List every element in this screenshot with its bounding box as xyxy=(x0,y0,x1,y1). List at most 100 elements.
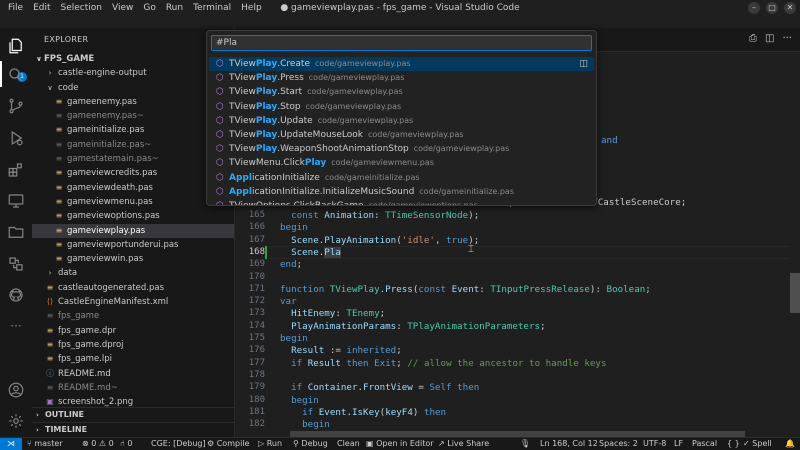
menu-go[interactable]: Go xyxy=(138,0,160,17)
extensions-icon[interactable] xyxy=(6,160,26,180)
quick-open-input[interactable] xyxy=(216,36,586,50)
quick-open-result[interactable]: ⬡ TViewPlay.Press code/gameviewplay.pas xyxy=(209,71,594,85)
code-line[interactable]: Scene.Pla xyxy=(280,246,341,258)
tree-file[interactable]: ≡ gameviewcredits.pas xyxy=(32,166,234,180)
menu-edit[interactable]: Edit xyxy=(28,0,55,17)
menu-terminal[interactable]: Terminal xyxy=(188,0,236,17)
puzzle-icon[interactable] xyxy=(6,254,26,274)
tree-file[interactable]: ≡ gamestatemain.pas~ xyxy=(32,152,234,166)
code-line[interactable]: if Event.IsKey(keyF4) then xyxy=(280,407,446,418)
close-button[interactable]: ✕ xyxy=(784,2,796,14)
menu-selection[interactable]: Selection xyxy=(56,0,107,17)
outline-section[interactable]: › OUTLINE xyxy=(32,407,235,421)
github-icon[interactable] xyxy=(6,285,26,305)
quick-open-result[interactable]: ⬡ TViewOptions.ClickBackGame code/gameview… xyxy=(209,199,594,205)
spell-check-button[interactable]: ✓ Spell xyxy=(743,438,772,450)
tree-file[interactable]: ≡ gameviewportunderui.pas xyxy=(32,238,234,252)
menu-view[interactable]: View xyxy=(107,0,138,17)
tree-file[interactable]: ≡ gameviewdeath.pas xyxy=(32,181,234,195)
quick-open-result[interactable]: ⬡ TViewPlay.Start code/gameviewplay.pas xyxy=(209,85,594,99)
quick-open-result[interactable]: ⬡ TViewPlay.Stop code/gameviewplay.pas xyxy=(209,100,594,114)
open-in-editor-button[interactable]: ▣ Open in Editor xyxy=(366,438,434,450)
open-to-side-icon[interactable]: ◫ xyxy=(579,57,588,71)
code-line[interactable]: if Container.FrontView = Self then xyxy=(280,382,479,393)
quick-open-result[interactable]: ⬡ ApplicationInitialize.InitializeMusicSo… xyxy=(209,185,594,199)
run-debug-icon[interactable] xyxy=(6,128,26,148)
tree-file[interactable]: ≡ gameinitialize.pas~ xyxy=(32,138,234,152)
tree-file[interactable]: ≡ gameinitialize.pas xyxy=(32,123,234,137)
tree-file[interactable]: ≡ castleautogenerated.pas xyxy=(32,281,234,295)
code-line[interactable]: begin xyxy=(280,419,330,430)
format-braces-icon[interactable]: { } xyxy=(727,438,740,450)
language-mode[interactable]: Pascal xyxy=(692,438,717,450)
quick-open-result[interactable]: ⬡ TViewPlay.UpdateMouseLook code/gameviewp… xyxy=(209,128,594,142)
microphone-icon[interactable]: 🎙 xyxy=(520,438,530,450)
account-icon[interactable] xyxy=(6,380,26,400)
code-line[interactable]: HitEnemy: TEnemy; xyxy=(280,308,385,319)
ports-status[interactable]: ⑁ 0 xyxy=(120,438,132,450)
search-icon[interactable] xyxy=(6,65,26,85)
cge-status[interactable]: CGE: [Debug] xyxy=(151,438,206,450)
notifications-bell-icon[interactable]: 🔔 xyxy=(785,438,795,450)
problems-status[interactable]: ⊗ 0 ⚠ 0 xyxy=(82,438,114,450)
code-line[interactable]: begin xyxy=(280,333,308,344)
tree-file[interactable]: ⟨⟩ CastleEngineManifest.xml xyxy=(32,295,234,309)
scrollbar-thumb[interactable] xyxy=(790,273,800,313)
clean-button[interactable]: Clean xyxy=(337,438,360,450)
quick-open-result[interactable]: ⬡ TViewPlay.WeaponShootAnimationStop code/… xyxy=(209,142,594,156)
debug-button[interactable]: ⚲ Debug xyxy=(293,438,328,450)
code-line[interactable]: if Result then Exit; // allow the ancest… xyxy=(280,358,606,369)
tree-file[interactable]: ≡ README.md~ xyxy=(32,381,234,395)
quick-open-result[interactable]: ⬡ ApplicationInitialize code/gameinitializ… xyxy=(209,171,594,185)
menu-run[interactable]: Run xyxy=(161,0,188,17)
code-line[interactable]: PlayAnimationParams: TPlayAnimationParam… xyxy=(280,321,546,332)
tree-file[interactable]: ≡ fps_game xyxy=(32,309,234,323)
tree-file[interactable]: ≡ gameenemy.pas xyxy=(32,95,234,109)
print-icon[interactable]: ⎙ xyxy=(749,33,757,44)
tree-folder[interactable]: › castle-engine-output xyxy=(32,66,234,80)
source-control-icon[interactable] xyxy=(6,96,26,116)
explorer-root-folder[interactable]: ∨ FPS_GAME xyxy=(32,52,234,66)
menu-help[interactable]: Help xyxy=(236,0,267,17)
tree-file[interactable]: ≡ gameviewwin.pas xyxy=(32,252,234,266)
code-line[interactable]: const Animation: TTimeSensorNode); xyxy=(280,210,479,221)
quick-open-result[interactable]: ⬡ TViewPlay.Update code/gameviewplay.pas xyxy=(209,114,594,128)
encoding-status[interactable]: UTF-8 xyxy=(643,438,666,450)
timeline-section[interactable]: › TIMELINE xyxy=(32,422,235,436)
remote-explorer-icon[interactable] xyxy=(6,191,26,211)
compile-button[interactable]: ⚙ Compile xyxy=(207,438,249,450)
tree-file[interactable]: ≡ gameenemy.pas~ xyxy=(32,109,234,123)
quick-open-result[interactable]: ⬡ TViewPlay.Create code/gameviewplay.pas ◫ xyxy=(209,57,594,72)
code-line[interactable]: Scene.PlayAnimation('idle', true); xyxy=(280,235,479,246)
more-icon[interactable]: ··· xyxy=(6,316,26,336)
maximize-button[interactable]: □ xyxy=(766,2,778,14)
code-line[interactable]: Result := inherited; xyxy=(280,345,402,356)
minimize-button[interactable]: – xyxy=(748,2,760,14)
tree-file[interactable]: ≡ gameviewplay.pas xyxy=(32,223,234,238)
code-line[interactable]: begin xyxy=(280,395,319,406)
eol-status[interactable]: LF xyxy=(674,438,683,450)
vertical-scrollbar[interactable] xyxy=(790,52,800,437)
code-line[interactable]: function TViewPlay.Press(const Event: TI… xyxy=(280,284,651,295)
branch-status[interactable]: ⑂ master xyxy=(27,438,63,450)
code-line[interactable]: var xyxy=(280,296,297,307)
code-line[interactable]: begin xyxy=(280,222,308,233)
code-line[interactable]: end; xyxy=(280,259,302,270)
tree-file[interactable]: ≡ gameviewoptions.pas xyxy=(32,209,234,223)
tree-file[interactable]: ≡ fps_game.dproj xyxy=(32,338,234,352)
tree-file[interactable]: ≡ fps_game.lpi xyxy=(32,352,234,366)
split-editor-icon[interactable]: ◫ xyxy=(765,33,774,44)
remote-indicator-icon[interactable]: ⋊ xyxy=(0,438,22,450)
quick-open-result[interactable]: ⬡ TViewMenu.ClickPlay code/gameviewmenu.pa… xyxy=(209,156,594,170)
more-actions-icon[interactable]: ··· xyxy=(782,33,792,44)
tree-file[interactable]: ⓘ README.md xyxy=(32,367,234,381)
tree-folder[interactable]: ∨ code xyxy=(32,81,234,95)
menu-file[interactable]: File xyxy=(3,0,28,17)
run-button[interactable]: ▷ Run xyxy=(258,438,282,450)
explorer-icon[interactable] xyxy=(6,36,26,56)
tree-file[interactable]: ≡ gameviewmenu.pas xyxy=(32,195,234,209)
cursor-position[interactable]: Ln 168, Col 12 xyxy=(540,438,598,450)
tree-file[interactable]: ≡ fps_game.dpr xyxy=(32,324,234,338)
indentation-status[interactable]: Spaces: 2 xyxy=(599,438,638,450)
folder-icon[interactable] xyxy=(6,222,26,242)
